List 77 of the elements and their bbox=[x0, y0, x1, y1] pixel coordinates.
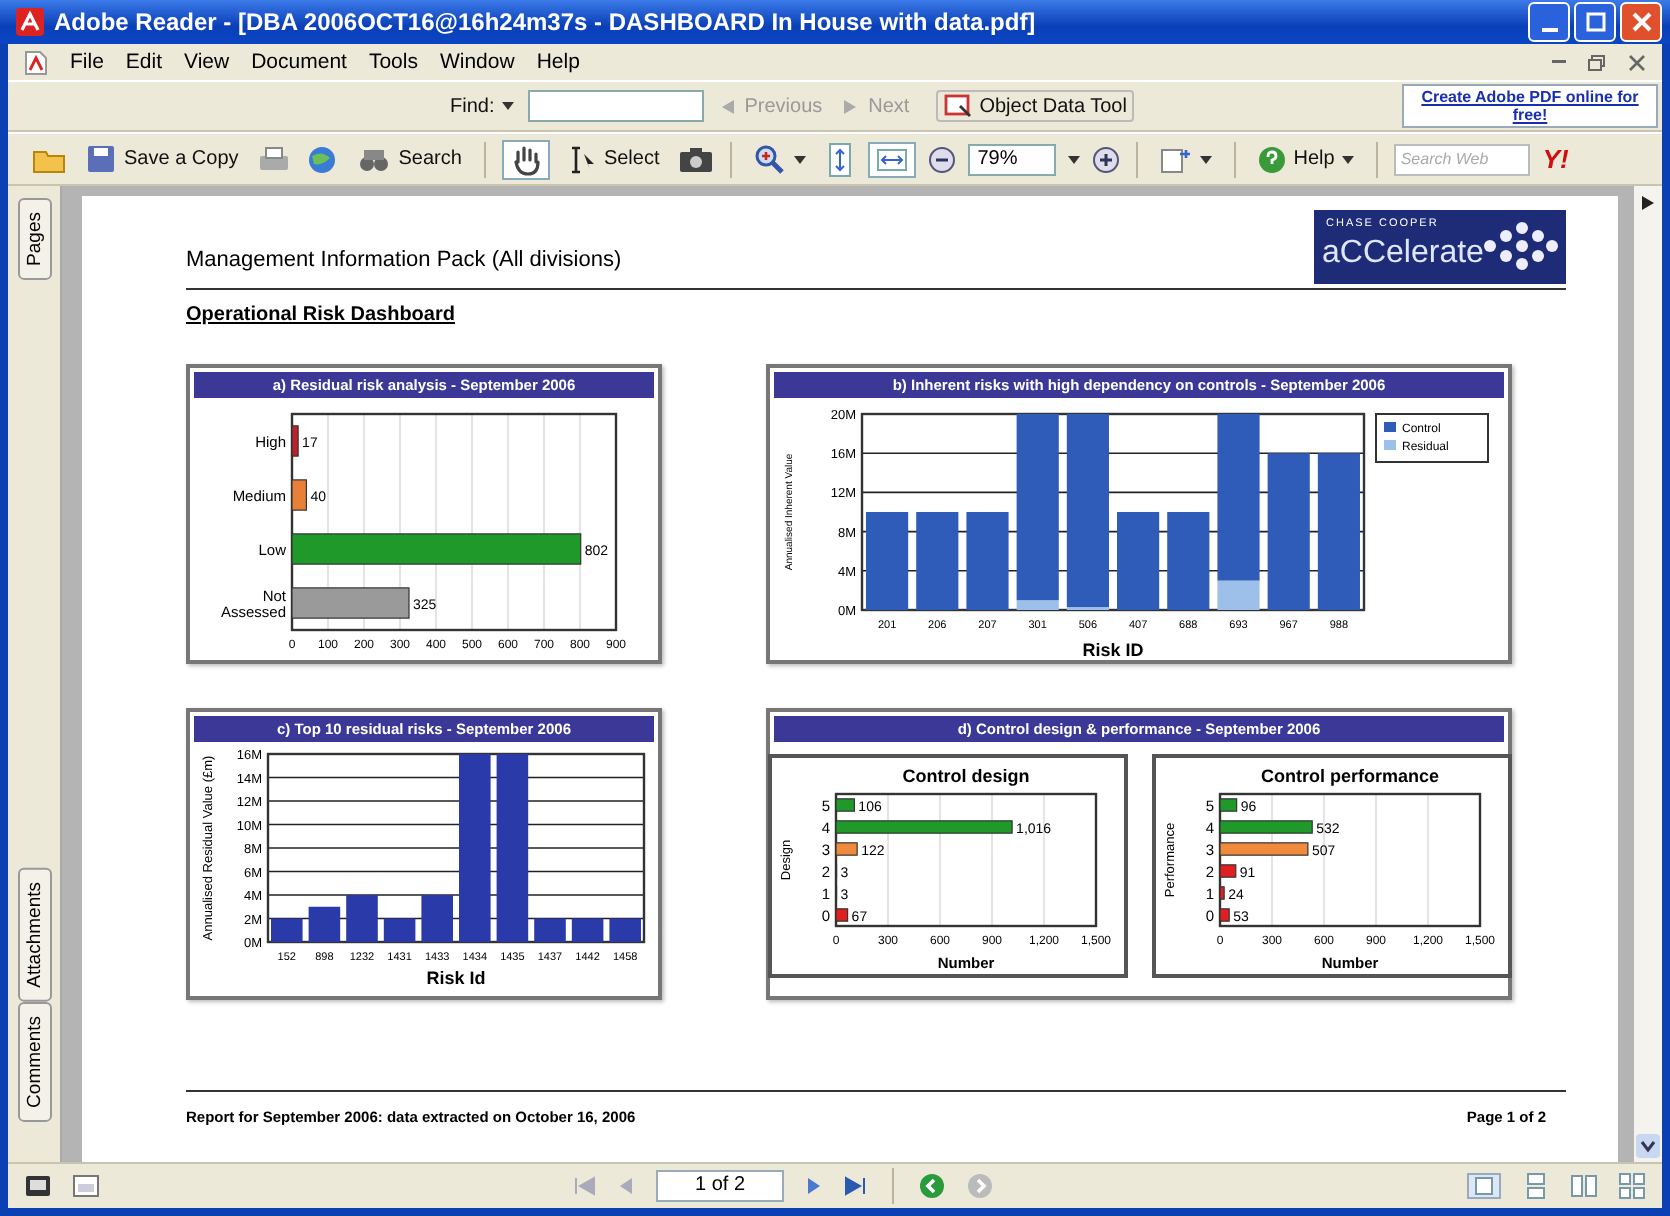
select-tool-button[interactable]: Select bbox=[561, 141, 666, 177]
maximize-icon bbox=[1585, 12, 1605, 32]
save-copy-button[interactable]: Save a Copy bbox=[80, 142, 245, 176]
caret-icon bbox=[1199, 155, 1212, 163]
side-tab[interactable]: Pages bbox=[17, 198, 51, 280]
right-arrow-icon bbox=[842, 97, 861, 115]
close-icon bbox=[1631, 12, 1651, 32]
find-dropdown[interactable]: Find: bbox=[444, 93, 521, 119]
caret-icon bbox=[502, 102, 515, 110]
magnifier-icon bbox=[753, 143, 786, 175]
continuous-page-icon[interactable] bbox=[1522, 1172, 1550, 1200]
yahoo-button[interactable]: Y! bbox=[1542, 144, 1569, 174]
close-button[interactable] bbox=[1620, 2, 1662, 42]
logo-product: aCCelerate bbox=[1322, 236, 1484, 272]
monitor-icon[interactable] bbox=[24, 1174, 52, 1198]
menu-item[interactable]: Tools bbox=[368, 50, 418, 74]
next-page-icon[interactable] bbox=[804, 1176, 824, 1196]
hand-icon bbox=[509, 143, 542, 175]
fit-width-button[interactable] bbox=[867, 141, 916, 177]
window-icon[interactable] bbox=[72, 1174, 100, 1198]
caret-icon bbox=[793, 155, 806, 163]
menu-item[interactable]: Edit bbox=[125, 50, 163, 74]
menu-item[interactable]: View bbox=[184, 50, 230, 74]
page-number-field[interactable]: 1 of 2 bbox=[656, 1170, 784, 1202]
menu-item[interactable]: File bbox=[70, 50, 104, 74]
dropdown-icon[interactable] bbox=[1067, 155, 1080, 163]
camera-icon[interactable] bbox=[677, 144, 714, 174]
legend-box bbox=[1374, 413, 1488, 463]
side-tab[interactable]: Attachments bbox=[17, 868, 51, 1003]
app-logo-icon bbox=[16, 8, 44, 36]
zoom-out-icon[interactable] bbox=[927, 145, 956, 173]
last-page-icon[interactable] bbox=[844, 1176, 868, 1196]
window-title: Adobe Reader - [DBA 2006OCT16@16h24m37s - DASHBOARD In House with data.pdf] bbox=[54, 8, 1038, 36]
axis-title: Risk Id bbox=[426, 968, 486, 988]
find-field[interactable] bbox=[528, 90, 705, 122]
chart-title: Control performance bbox=[1260, 766, 1438, 786]
help-button[interactable]: Help bbox=[1251, 143, 1361, 175]
expand-arrow-icon[interactable] bbox=[1640, 194, 1656, 212]
select-box-icon bbox=[943, 94, 972, 118]
restore-icon[interactable] bbox=[1588, 53, 1606, 71]
minimize-icon bbox=[1541, 28, 1557, 32]
menu-item[interactable]: Window bbox=[439, 50, 515, 74]
chart-title: Control design bbox=[901, 766, 1029, 786]
globe-icon[interactable] bbox=[304, 143, 341, 175]
facing-pages-icon[interactable] bbox=[1570, 1172, 1598, 1200]
object-data-tool-button[interactable]: Object Data Tool bbox=[935, 90, 1135, 122]
maximize-button[interactable] bbox=[1574, 2, 1616, 42]
menu-item[interactable]: Help bbox=[536, 50, 580, 74]
axis-title: Risk ID bbox=[1081, 640, 1143, 660]
minimize-button[interactable] bbox=[1528, 2, 1570, 42]
side-tab[interactable]: Comments bbox=[17, 1002, 51, 1122]
text-cursor-icon bbox=[567, 143, 596, 175]
back-icon[interactable] bbox=[918, 1172, 946, 1200]
menu-item[interactable]: Document bbox=[251, 50, 347, 74]
zoom-field[interactable]: 79% bbox=[967, 143, 1056, 175]
dashboard-title: Operational Risk Dashboard bbox=[186, 304, 457, 326]
page-icon bbox=[1159, 145, 1192, 173]
promo-link[interactable]: Create Adobe PDF online for free! bbox=[1402, 84, 1658, 128]
printer-icon[interactable] bbox=[256, 143, 293, 175]
binoculars-icon bbox=[358, 145, 391, 173]
minimize-icon[interactable] bbox=[1552, 60, 1566, 64]
fit-width-icon bbox=[875, 145, 908, 173]
hand-tool-button[interactable] bbox=[501, 139, 550, 179]
search-web-field[interactable]: Search Web bbox=[1394, 143, 1531, 175]
left-arrow-icon bbox=[718, 97, 737, 115]
single-page-icon[interactable] bbox=[1466, 1172, 1502, 1200]
scroll-down-icon[interactable] bbox=[1636, 1134, 1660, 1158]
vertical-scrollbar[interactable] bbox=[1634, 186, 1662, 1162]
document-icon bbox=[24, 49, 48, 75]
page-heading: Management Information Pack (All divisions) bbox=[186, 248, 622, 276]
continuous-facing-icon[interactable] bbox=[1618, 1172, 1646, 1200]
fit-page-icon[interactable] bbox=[823, 141, 856, 177]
caret-icon bbox=[1342, 155, 1355, 163]
zoom-in-icon[interactable] bbox=[1091, 145, 1120, 173]
search-button[interactable]: Search bbox=[352, 143, 468, 175]
close-icon[interactable] bbox=[1628, 53, 1646, 71]
help-icon bbox=[1257, 145, 1286, 173]
